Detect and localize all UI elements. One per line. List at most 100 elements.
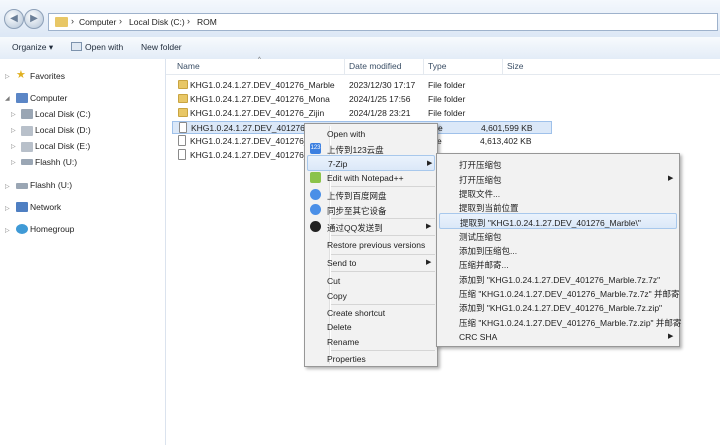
menu-label: Edit with Notepad++ xyxy=(327,173,404,183)
homegroup-icon xyxy=(16,224,28,234)
forward-arrow-icon: ▶ xyxy=(30,13,38,24)
menu-delete[interactable]: Delete xyxy=(307,319,435,335)
nav-local-disk-c[interactable]: Local Disk (C:) xyxy=(35,109,91,119)
submenu-arrow-icon: ▶ xyxy=(426,259,432,266)
submenu-arrow-icon: ▶ xyxy=(668,333,674,340)
context-menu: Open with 123 上传到123云盘 7-Zip ▶ Edit with… xyxy=(304,123,438,367)
chevron-right-icon: › xyxy=(71,16,74,26)
menu-label: Create shortcut xyxy=(327,308,386,318)
submenu-label: 添加到 "KHG1.0.24.1.27.DEV_401276_Marble.7z… xyxy=(459,303,663,313)
forward-button[interactable]: ▶ xyxy=(24,9,44,29)
menu-send-to[interactable]: Send to ▶ xyxy=(307,255,435,271)
submenu-item[interactable]: 打开压缩包 xyxy=(439,156,677,172)
file-type: File folder xyxy=(428,94,466,104)
submenu-item[interactable]: 压缩 "KHG1.0.24.1.27.DEV_401276_Marble.7z.… xyxy=(439,314,681,330)
menu-copy[interactable]: Copy xyxy=(307,288,435,304)
submenu-item[interactable]: CRC SHA ▶ xyxy=(439,329,677,345)
organize-button[interactable]: Organize ▾ xyxy=(12,42,53,53)
column-type[interactable]: Type xyxy=(428,61,446,71)
menu-restore-versions[interactable]: Restore previous versions xyxy=(307,237,435,253)
folder-icon xyxy=(178,80,188,89)
menu-label: Properties xyxy=(327,354,366,364)
menu-label: Open with xyxy=(327,129,366,139)
breadcrumb-rom[interactable]: ROM xyxy=(197,17,217,27)
cloud-123-icon: 123 xyxy=(310,143,321,154)
nav-network[interactable]: Network xyxy=(30,202,61,212)
back-arrow-icon: ◀ xyxy=(10,13,18,24)
menu-rename[interactable]: Rename xyxy=(307,334,435,350)
menu-edit-notepad[interactable]: Edit with Notepad++ xyxy=(307,170,435,186)
file-size: 4,601,599 KB xyxy=(481,123,533,133)
nav-computer[interactable]: Computer xyxy=(30,93,67,103)
column-size[interactable]: Size xyxy=(507,61,524,71)
column-divider[interactable] xyxy=(502,59,503,74)
menu-label: Send to xyxy=(327,258,357,268)
submenu-item[interactable]: 提取到 "KHG1.0.24.1.27.DEV_401276_Marble\" xyxy=(439,213,677,229)
sync-icon xyxy=(310,204,321,215)
nav-local-disk-e[interactable]: Local Disk (E:) xyxy=(35,141,90,151)
nav-homegroup[interactable]: Homegroup xyxy=(30,224,74,234)
expand-triangle-icon[interactable]: ▷ xyxy=(5,205,10,212)
nav-flashh-u[interactable]: Flashh (U:) xyxy=(35,157,77,167)
command-bar: Organize ▾ Open with New folder xyxy=(0,37,720,60)
notepad-plus-plus-icon xyxy=(310,172,321,183)
seven-zip-submenu: 打开压缩包 打开压缩包 ▶ 提取文件... 提取到当前位置 提取到 "KHG1.0.24.… xyxy=(436,153,681,347)
menu-separator xyxy=(331,235,435,236)
column-divider[interactable] xyxy=(423,59,424,74)
menu-upload-baidu[interactable]: 上传到百度网盘 xyxy=(307,187,435,203)
drive-icon xyxy=(21,126,33,136)
menu-open-with[interactable]: Open with xyxy=(307,126,435,142)
expand-triangle-icon[interactable]: ▷ xyxy=(11,159,16,166)
address-input[interactable]: › Computer › Local Disk (C:) › ROM xyxy=(48,13,718,31)
column-header-bar: ^ Name Date modified Type Size xyxy=(166,57,720,75)
menu-sync-device[interactable]: 同步至其它设备 xyxy=(307,202,435,218)
expand-triangle-icon[interactable]: ▷ xyxy=(11,111,16,118)
new-folder-button[interactable]: New folder xyxy=(141,42,182,52)
expand-triangle-icon[interactable]: ▷ xyxy=(11,143,16,150)
drive-icon xyxy=(21,142,33,152)
menu-label: Restore previous versions xyxy=(327,240,426,250)
usb-drive-icon xyxy=(16,183,28,189)
computer-icon xyxy=(16,93,28,103)
file-icon xyxy=(178,135,186,146)
file-name: KHG1.0.24.1.27.DEV_401276_Zijin xyxy=(190,108,325,118)
breadcrumb-computer[interactable]: Computer xyxy=(79,17,116,27)
folder-icon xyxy=(178,108,188,117)
file-row[interactable]: KHG1.0.24.1.27.DEV_401276_Zijin 2024/1/2… xyxy=(172,107,552,120)
column-name[interactable]: Name xyxy=(177,61,200,71)
address-bar-area: ◀ ▶ › Computer › Local Disk (C:) › ROM xyxy=(0,0,720,38)
file-row[interactable]: KHG1.0.24.1.27.DEV_401276_Mona 2024/1/25… xyxy=(172,93,552,106)
expand-triangle-icon[interactable]: ▷ xyxy=(5,73,10,80)
menu-cut[interactable]: Cut xyxy=(307,273,435,289)
submenu-item[interactable]: 添加到 "KHG1.0.24.1.27.DEV_401276_Marble.7z… xyxy=(439,299,677,315)
open-with-button[interactable]: Open with xyxy=(85,42,123,52)
file-size: 4,613,402 KB xyxy=(480,136,532,146)
menu-properties[interactable]: Properties xyxy=(307,351,435,367)
nav-flashh-u-root[interactable]: Flashh (U:) xyxy=(30,180,72,190)
expand-triangle-icon[interactable]: ▷ xyxy=(5,227,10,234)
submenu-label: 压缩并邮寄... xyxy=(459,260,509,270)
file-name: KHG1.0.24.1.27.DEV_401276_Marble xyxy=(190,80,335,90)
menu-send-qq[interactable]: 通过QQ发送到 ▶ xyxy=(307,219,435,235)
submenu-item[interactable]: 压缩并邮寄... xyxy=(439,256,677,272)
nav-favorites[interactable]: Favorites xyxy=(30,71,65,81)
file-name: KHG1.0.24.1.27.DEV_401276_Mona xyxy=(190,94,330,104)
collapse-triangle-icon[interactable]: ◢ xyxy=(5,95,10,102)
breadcrumb-local-disk[interactable]: Local Disk (C:) xyxy=(129,17,185,27)
chevron-right-icon: › xyxy=(187,16,190,26)
folder-icon xyxy=(55,17,68,27)
menu-separator xyxy=(331,271,435,272)
menu-label: Cut xyxy=(327,276,341,286)
column-divider[interactable] xyxy=(344,59,345,74)
menu-label: 7-Zip xyxy=(328,159,348,169)
expand-triangle-icon[interactable]: ▷ xyxy=(11,127,16,134)
file-row[interactable]: KHG1.0.24.1.27.DEV_401276_Marble 2023/12… xyxy=(172,79,552,92)
back-button[interactable]: ◀ xyxy=(4,9,24,29)
network-icon xyxy=(16,202,28,212)
nav-local-disk-d[interactable]: Local Disk (D:) xyxy=(35,125,91,135)
expand-triangle-icon[interactable]: ▷ xyxy=(5,183,10,190)
folder-icon xyxy=(178,94,188,103)
column-date-modified[interactable]: Date modified xyxy=(349,61,401,71)
menu-7zip[interactable]: 7-Zip ▶ xyxy=(307,155,435,171)
file-date: 2024/1/28 23:21 xyxy=(349,108,411,118)
